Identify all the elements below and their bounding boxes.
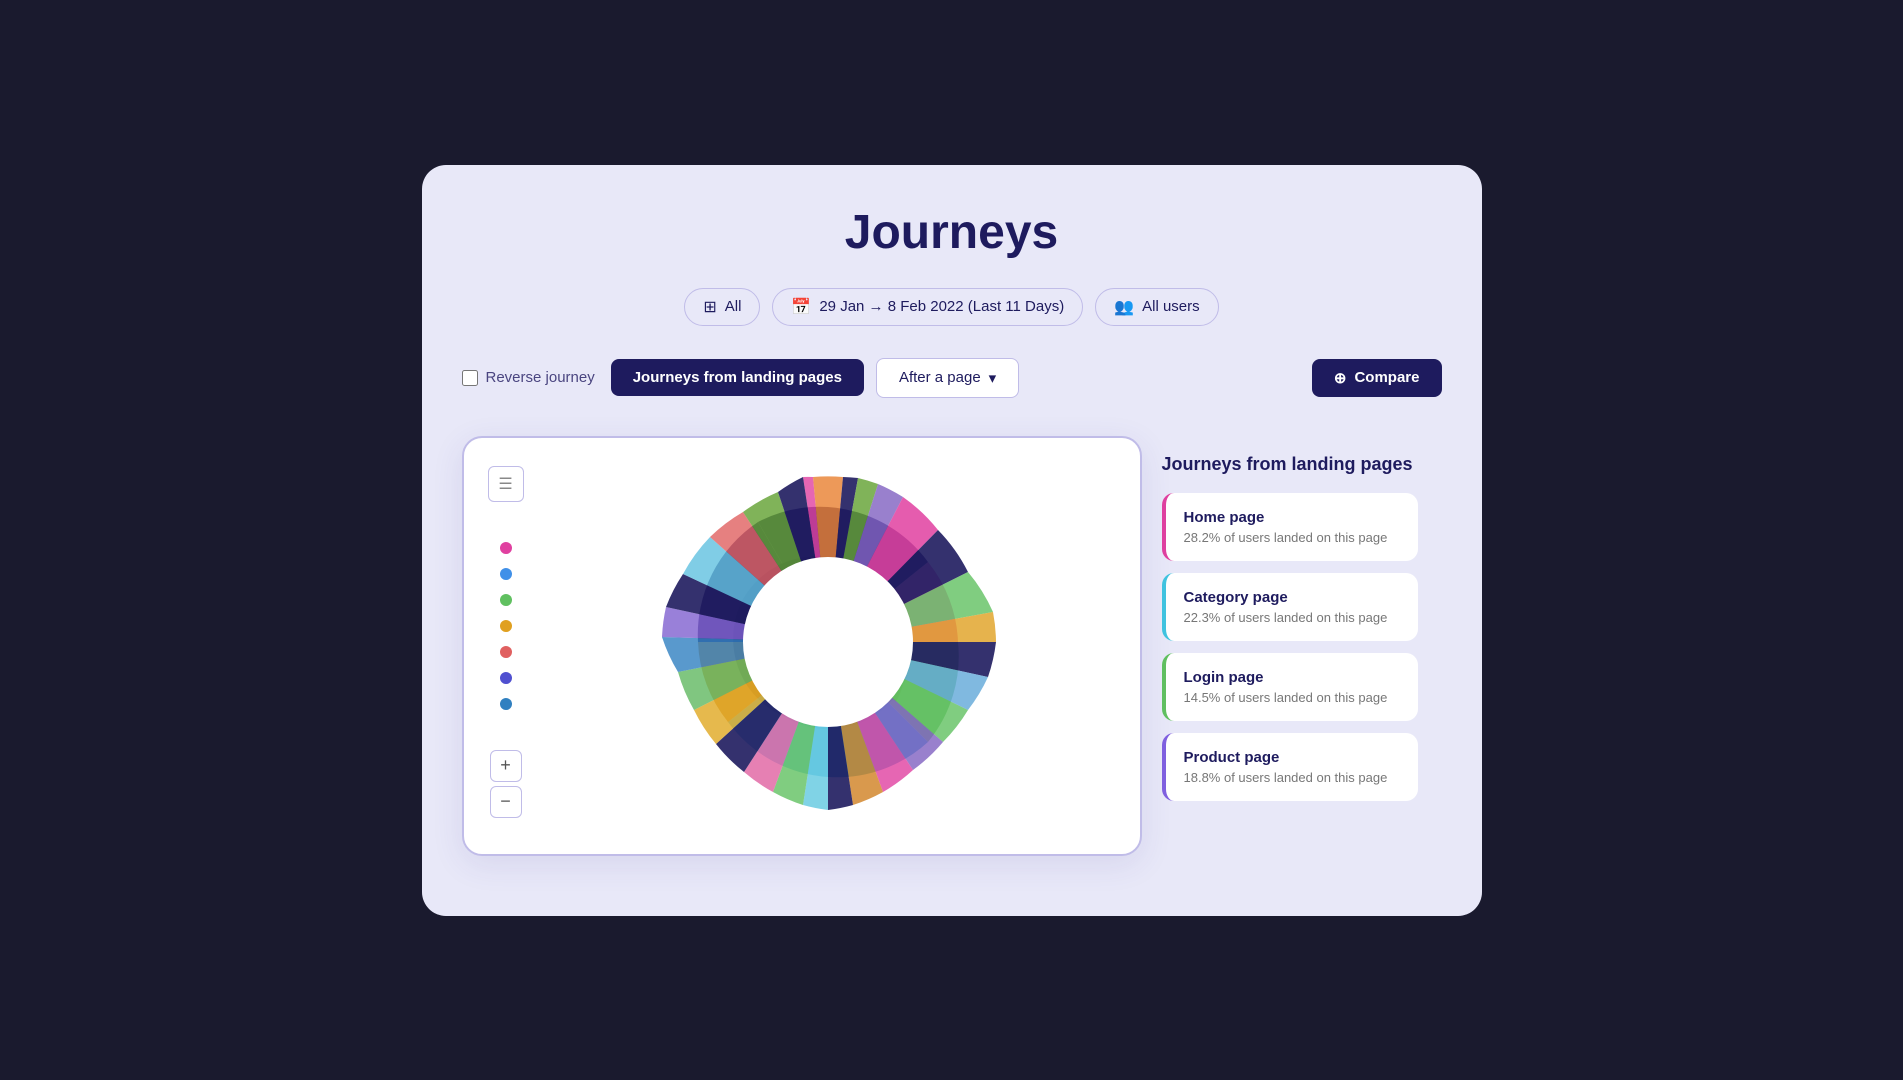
toolbar: Reverse journey Journeys from landing pa…: [462, 358, 1442, 398]
filter-users-label: All users: [1142, 298, 1200, 315]
reverse-journey-checkbox[interactable]: [462, 370, 478, 386]
all-icon: ⊞: [703, 297, 716, 317]
sunburst-chart[interactable]: [540, 462, 1116, 822]
chevron-down-icon: ▾: [989, 369, 997, 387]
date-icon: 📅: [791, 297, 811, 317]
login-page-name: Login page: [1184, 669, 1400, 686]
chart-controls: ☰ + −: [488, 462, 524, 818]
filter-all-button[interactable]: ⊞ All: [684, 288, 760, 326]
page-card-home[interactable]: Home page 28.2% of users landed on this …: [1162, 493, 1418, 561]
legend-dot-red: [500, 646, 512, 658]
login-page-stat: 14.5% of users landed on this page: [1184, 690, 1400, 705]
right-panel: Journeys from landing pages Home page 28…: [1112, 426, 1442, 856]
right-panel-title: Journeys from landing pages: [1162, 454, 1418, 475]
legend-dot-purple: [500, 672, 512, 684]
legend-dot-yellow: [500, 620, 512, 632]
tab-after-page[interactable]: After a page ▾: [876, 358, 1019, 398]
home-page-name: Home page: [1184, 509, 1400, 526]
filter-all-label: All: [725, 298, 742, 315]
reverse-journey-label[interactable]: Reverse journey: [462, 369, 595, 386]
page-card-category[interactable]: Category page 22.3% of users landed on t…: [1162, 573, 1418, 641]
users-icon: 👥: [1114, 297, 1134, 317]
chart-card: ☰ + −: [462, 436, 1142, 856]
page-card-product[interactable]: Product page 18.8% of users landed on th…: [1162, 733, 1418, 801]
zoom-controls: + −: [490, 750, 522, 818]
list-view-button[interactable]: ☰: [488, 466, 524, 502]
filter-date-label: 29 Jan → 8 Feb 2022 (Last 11 Days): [819, 298, 1064, 315]
filter-bar: ⊞ All 📅 29 Jan → 8 Feb 2022 (Last 11 Day…: [462, 288, 1442, 326]
legend-dot-blue: [500, 568, 512, 580]
compare-button[interactable]: ⊕ Compare: [1312, 359, 1442, 397]
list-icon: ☰: [498, 474, 512, 494]
home-page-stat: 28.2% of users landed on this page: [1184, 530, 1400, 545]
legend-dot-pink: [500, 542, 512, 554]
filter-date-button[interactable]: 📅 29 Jan → 8 Feb 2022 (Last 11 Days): [772, 288, 1083, 326]
reverse-journey-text: Reverse journey: [486, 369, 595, 386]
filter-users-button[interactable]: 👥 All users: [1095, 288, 1218, 326]
compare-icon: ⊕: [1334, 369, 1347, 387]
tab-after-label: After a page: [899, 369, 981, 386]
zoom-in-button[interactable]: +: [490, 750, 522, 782]
category-page-stat: 22.3% of users landed on this page: [1184, 610, 1400, 625]
page-title: Journeys: [462, 205, 1442, 260]
category-page-name: Category page: [1184, 589, 1400, 606]
sunburst-svg: [648, 462, 1008, 822]
tab-landing-pages[interactable]: Journeys from landing pages: [611, 359, 864, 396]
compare-label: Compare: [1354, 369, 1419, 386]
legend-dot-teal: [500, 698, 512, 710]
zoom-out-button[interactable]: −: [490, 786, 522, 818]
product-page-name: Product page: [1184, 749, 1400, 766]
content-area: ☰ + −: [462, 426, 1442, 856]
legend-dot-green: [500, 594, 512, 606]
page-card-login[interactable]: Login page 14.5% of users landed on this…: [1162, 653, 1418, 721]
product-page-stat: 18.8% of users landed on this page: [1184, 770, 1400, 785]
legend-dots: [500, 542, 512, 710]
outer-card: Journeys ⊞ All 📅 29 Jan → 8 Feb 2022 (La…: [422, 165, 1482, 916]
